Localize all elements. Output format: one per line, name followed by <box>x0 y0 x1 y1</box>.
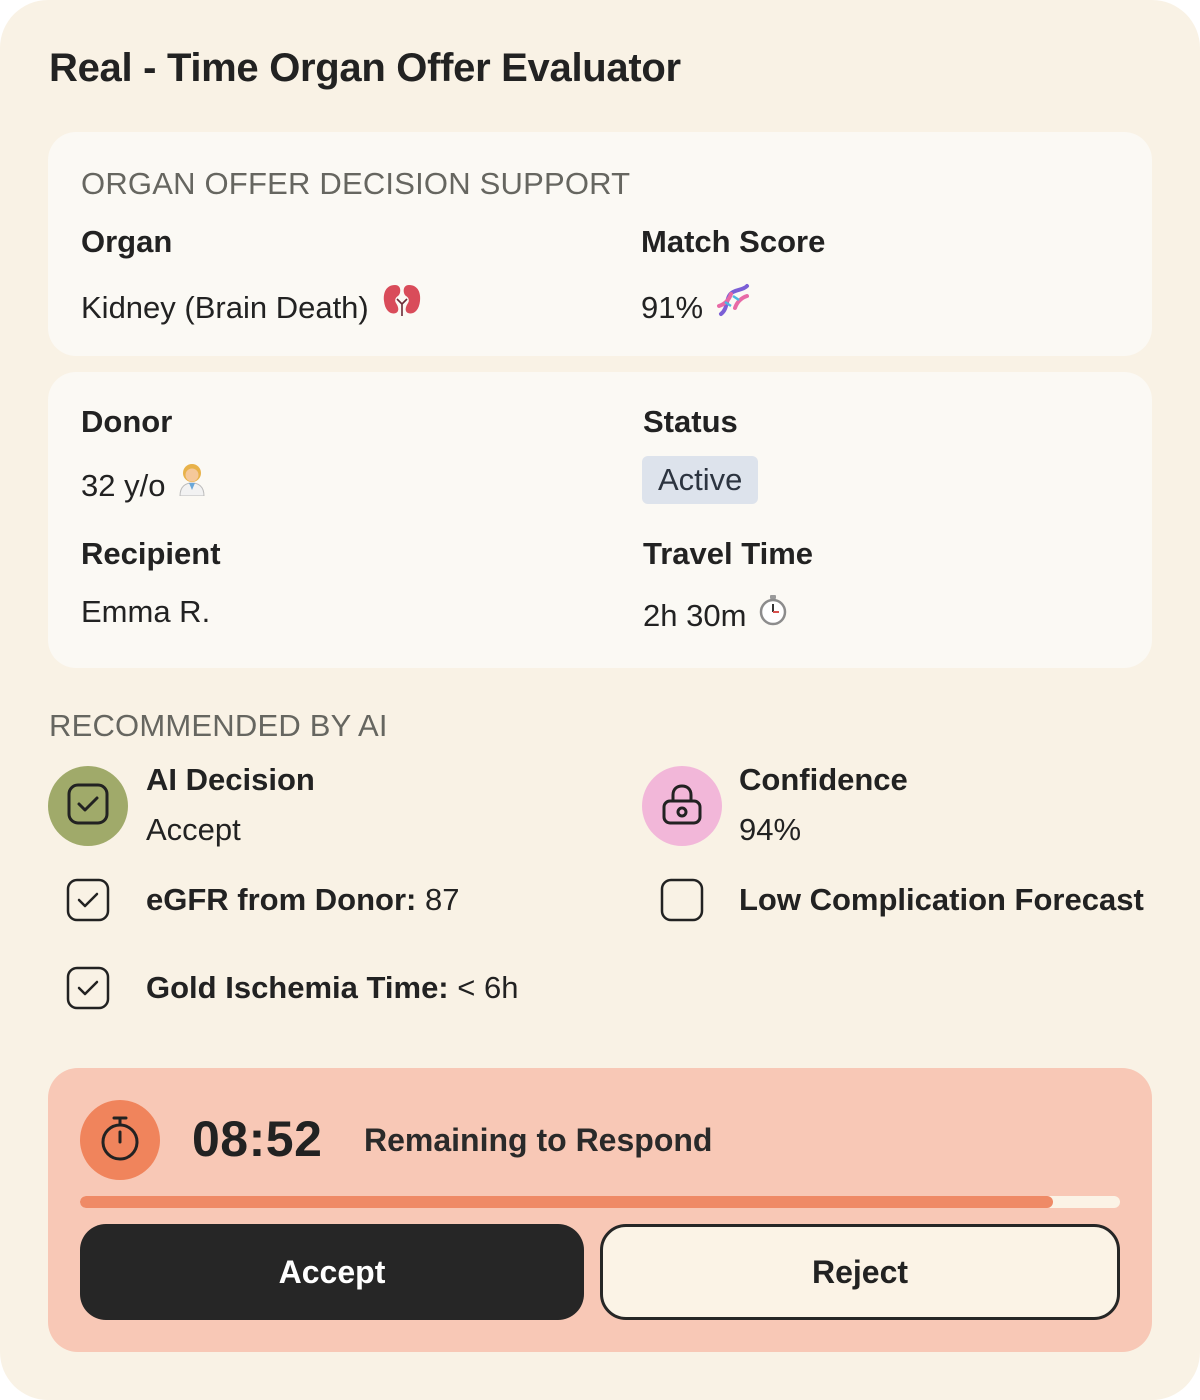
checkbox-low-complication[interactable] <box>660 878 704 922</box>
check-square-icon <box>66 782 110 831</box>
section-label-ai: RECOMMENDED BY AI <box>49 708 388 743</box>
check-egfr-value: 87 <box>425 882 460 917</box>
case-details-panel: Donor 32 y/o Status Active Recipient Emm… <box>48 372 1152 668</box>
recipient-value: Emma R. <box>81 594 211 629</box>
remaining-label: Remaining to Respond <box>364 1122 713 1158</box>
travel-time-row: 2h 30m <box>643 594 788 634</box>
organ-label: Organ <box>81 224 173 259</box>
travel-time-label: Travel Time <box>643 536 814 571</box>
organ-offer-panel: ORGAN OFFER DECISION SUPPORT Organ Kidne… <box>48 132 1152 356</box>
checkbox-egfr[interactable] <box>66 878 110 922</box>
kidneys-icon <box>381 285 423 325</box>
confidence-label: Confidence <box>739 762 908 797</box>
donor-value: 32 y/o <box>81 468 166 503</box>
status-label: Status <box>643 404 738 439</box>
donor-value-row: 32 y/o <box>81 462 207 504</box>
match-score-value: 91% <box>641 290 704 325</box>
organ-offer-card: Real - Time Organ Offer Evaluator ORGAN … <box>0 0 1200 1400</box>
check-low-complication-label: Low Complication Forecast <box>739 882 1144 917</box>
section-label-organ-offer: ORGAN OFFER DECISION SUPPORT <box>81 166 631 201</box>
doctor-icon <box>177 464 207 503</box>
organ-value: Kidney (Brain Death) <box>81 290 369 325</box>
check-egfr-label: eGFR from Donor: <box>146 882 417 917</box>
dna-icon <box>715 284 751 325</box>
confidence-icon-badge <box>642 766 722 846</box>
match-score-row: 91% <box>641 282 751 326</box>
check-ischemia-value: < 6h <box>457 970 519 1005</box>
checkbox-ischemia[interactable] <box>66 966 110 1010</box>
reject-button[interactable]: Reject <box>600 1224 1120 1320</box>
organ-value-row: Kidney (Brain Death) <box>81 282 423 326</box>
confidence-value: 94% <box>739 812 802 847</box>
stopwatch-icon <box>98 1115 142 1166</box>
response-timer-panel: 08:52 Remaining to Respond Accept Reject <box>48 1068 1152 1352</box>
check-ischemia-label: Gold Ischemia Time: <box>146 970 449 1005</box>
ai-decision-label: AI Decision <box>146 762 315 797</box>
ai-decision-value: Accept <box>146 812 241 847</box>
page-title: Real - Time Organ Offer Evaluator <box>49 46 681 90</box>
check-ischemia-text: Gold Ischemia Time: < 6h <box>146 970 518 1006</box>
response-progress-fill <box>80 1196 1054 1208</box>
status-badge: Active <box>642 456 759 504</box>
stopwatch-emoji-icon <box>758 595 788 633</box>
check-egfr-text: eGFR from Donor: 87 <box>146 882 459 918</box>
timer-icon-badge <box>80 1100 160 1180</box>
countdown-timer: 08:52 <box>192 1111 323 1167</box>
lock-icon <box>659 781 705 832</box>
response-progress-bar <box>80 1196 1120 1208</box>
donor-label: Donor <box>81 404 173 439</box>
decision-icon-badge <box>48 766 128 846</box>
accept-button[interactable]: Accept <box>80 1224 584 1320</box>
travel-time-value: 2h 30m <box>643 598 747 633</box>
recipient-label: Recipient <box>81 536 221 571</box>
match-score-label: Match Score <box>641 224 826 259</box>
